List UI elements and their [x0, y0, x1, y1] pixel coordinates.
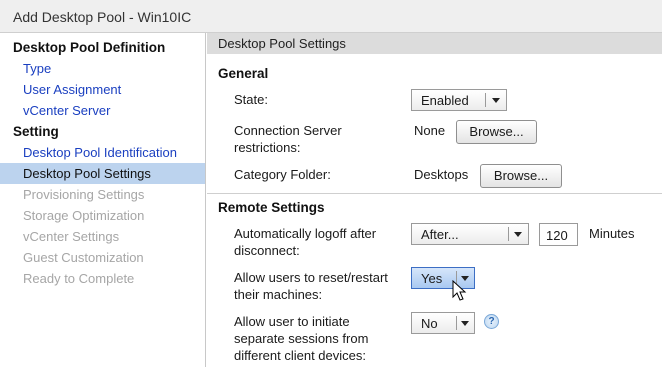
logoff-label-2: disconnect: [234, 243, 300, 258]
sidebar-section-setting: Setting [13, 124, 59, 139]
sidebar-item-vcenter-server[interactable]: vCenter Server [0, 100, 205, 121]
connection-server-label-2: restrictions: [234, 140, 301, 155]
sidebar-item-guest-customization: Guest Customization [23, 250, 144, 265]
chevron-down-icon [514, 232, 522, 237]
select-separator [456, 316, 457, 330]
state-label: State: [234, 92, 268, 107]
section-remote-title: Remote Settings [218, 200, 325, 215]
logoff-minutes-value: 120 [546, 228, 568, 243]
logoff-select[interactable]: After... [411, 223, 529, 245]
panel-header-title: Desktop Pool Settings [218, 36, 346, 51]
help-icon[interactable]: ? [484, 314, 499, 329]
sidebar-section-definition: Desktop Pool Definition [13, 40, 166, 55]
mouse-cursor-icon [452, 280, 467, 301]
chevron-down-icon [492, 98, 500, 103]
reset-label-1: Allow users to reset/restart [234, 270, 388, 285]
sidebar-item-storage-optimization: Storage Optimization [23, 208, 145, 223]
sidebar-item-provisioning-settings: Provisioning Settings [23, 187, 145, 202]
wizard-sidebar: Desktop Pool Definition Type User Assign… [0, 33, 206, 367]
panel-header: Desktop Pool Settings [207, 33, 662, 54]
sidebar-item-ready-to-complete: Ready to Complete [23, 271, 135, 286]
window-title: Add Desktop Pool - Win10IC [13, 9, 192, 25]
reset-label-2: their machines: [234, 287, 323, 302]
category-folder-label: Category Folder: [234, 167, 331, 182]
sidebar-item-vcenter-settings: vCenter Settings [23, 229, 120, 244]
section-general-title: General [218, 66, 269, 81]
sessions-label-1: Allow user to initiate [234, 314, 350, 329]
sessions-select-value: No [421, 316, 438, 331]
sidebar-item-pool-identification[interactable]: Desktop Pool Identification [0, 142, 205, 163]
window-titlebar: Add Desktop Pool - Win10IC [0, 0, 662, 33]
state-select[interactable]: Enabled [411, 89, 507, 111]
section-divider [207, 193, 662, 194]
sessions-select[interactable]: No [411, 312, 475, 334]
category-folder-browse-button[interactable]: Browse... [480, 164, 562, 188]
sidebar-item-user-assignment[interactable]: User Assignment [0, 79, 205, 100]
settings-panel: Desktop Pool Settings General State: Ena… [207, 33, 662, 367]
chevron-down-icon [461, 321, 469, 326]
logoff-select-value: After... [421, 227, 459, 242]
sidebar-item-pool-settings[interactable]: Desktop Pool Settings [0, 163, 205, 184]
logoff-label-1: Automatically logoff after [234, 226, 377, 241]
category-folder-value: Desktops [414, 167, 469, 182]
select-separator [508, 227, 509, 241]
sidebar-item-type[interactable]: Type [0, 58, 205, 79]
connection-server-label-1: Connection Server [234, 123, 342, 138]
reset-select-value: Yes [421, 271, 443, 286]
sessions-label-2: separate sessions from [234, 331, 369, 346]
logoff-minutes-unit: Minutes [589, 226, 635, 241]
logoff-minutes-input[interactable]: 120 [539, 223, 578, 246]
state-select-value: Enabled [421, 93, 469, 108]
connection-server-value: None [414, 123, 446, 138]
sessions-label-3: different client devices: [234, 348, 366, 363]
connection-server-browse-button[interactable]: Browse... [456, 120, 537, 144]
select-separator [485, 93, 486, 107]
